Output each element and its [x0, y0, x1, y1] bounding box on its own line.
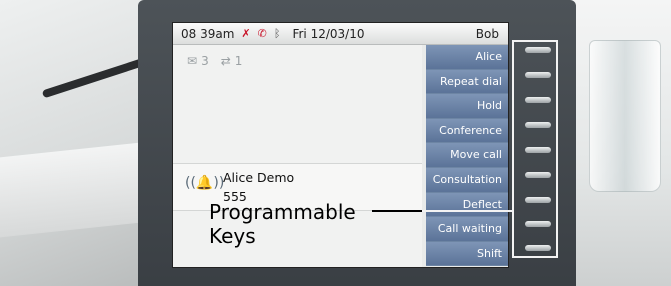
hardware-key[interactable] — [525, 245, 551, 251]
hardware-key[interactable] — [525, 47, 551, 53]
background-paper — [0, 142, 140, 238]
status-time: 08 39am — [181, 26, 235, 41]
call-forward-icon: ✆ — [257, 27, 267, 40]
annotation-pointer-line — [372, 210, 422, 212]
status-user: Bob — [475, 26, 499, 41]
annotation-line2: Keys — [209, 224, 256, 248]
envelope-icon: ✉ — [187, 54, 198, 68]
key-call-waiting[interactable]: Call waiting — [426, 217, 508, 242]
key-deflect[interactable]: Deflect — [426, 192, 508, 218]
programmable-keys-panel: Alice Repeat dial Hold Conference Move c… — [426, 45, 508, 267]
key-hold[interactable]: Hold — [426, 94, 508, 119]
key-alice[interactable]: Alice — [426, 45, 508, 70]
background-glass — [589, 40, 661, 192]
status-date: Fri 12/03/10 — [292, 26, 365, 41]
caller-name: Alice Demo — [223, 170, 295, 185]
calls-count: 1 — [234, 54, 243, 68]
hardware-key[interactable] — [525, 147, 551, 153]
key-move-call[interactable]: Move call — [426, 143, 508, 168]
hardware-key[interactable] — [525, 172, 551, 178]
messages-counter[interactable]: ✉ 3 — [187, 54, 209, 68]
annotation-line1: Programmable — [209, 200, 356, 224]
bluetooth-icon: ᛒ — [273, 27, 281, 40]
key-conference[interactable]: Conference — [426, 118, 508, 144]
counters: ✉ 3 ⇄ 1 — [187, 54, 242, 68]
key-consultation[interactable]: Consultation — [426, 167, 508, 193]
hardware-key[interactable] — [525, 97, 551, 103]
status-bar: 08 39am ✗ ✆ ᛒ Fri 12/03/10 Bob — [173, 23, 508, 45]
annotation-connector — [422, 210, 512, 212]
hardware-key[interactable] — [525, 221, 551, 227]
messages-count: 3 — [201, 54, 209, 68]
missed-calls-icon: ⇄ — [220, 54, 231, 68]
hardware-key[interactable] — [525, 122, 551, 128]
mute-icon: ✗ — [241, 27, 251, 40]
ringing-bell-icon: ((🔔)) — [185, 175, 225, 191]
annotation-label: Programmable Keys — [209, 200, 356, 248]
hardware-key[interactable] — [525, 72, 551, 78]
key-repeat-dial[interactable]: Repeat dial — [426, 69, 508, 95]
key-shift[interactable]: Shift — [426, 241, 508, 267]
calls-counter[interactable]: ⇄ 1 — [221, 54, 243, 68]
hardware-key[interactable] — [525, 197, 551, 203]
